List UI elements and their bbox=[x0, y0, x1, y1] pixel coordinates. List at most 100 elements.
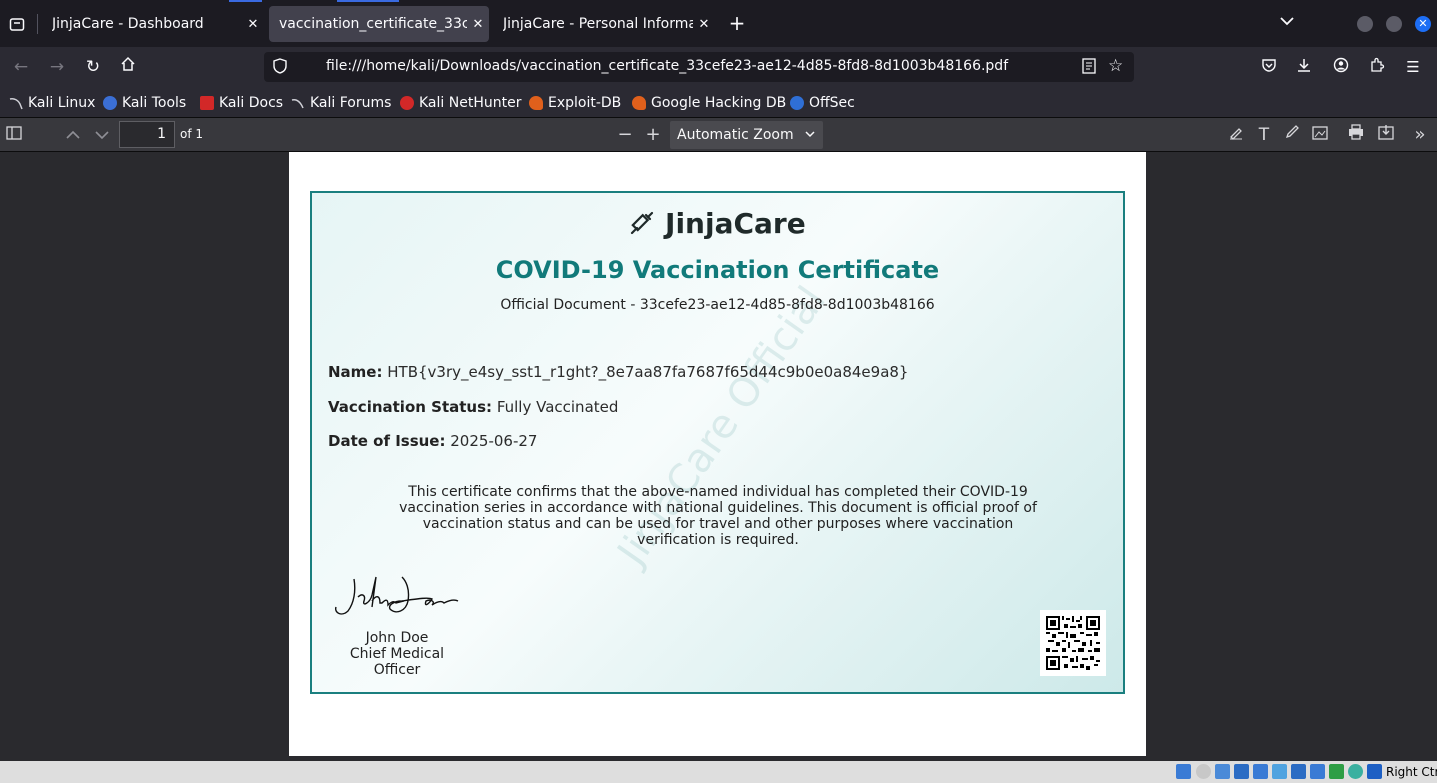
tab-label: vaccination_certificate_33cefe23-ae12-4d… bbox=[279, 16, 467, 32]
shield-icon[interactable] bbox=[272, 58, 288, 76]
bookmark-offsec[interactable]: OffSec bbox=[790, 93, 855, 113]
account-icon[interactable] bbox=[1331, 57, 1351, 77]
name-label: Name: bbox=[328, 363, 383, 381]
vm-hdd-icon[interactable] bbox=[1176, 764, 1191, 779]
brand-name: JinjaCare bbox=[665, 207, 806, 240]
bookmark-kali-nethunter[interactable]: Kali NetHunter bbox=[400, 93, 521, 113]
bookmark-kali-linux[interactable]: Kali Linux bbox=[9, 93, 95, 113]
sidebar-toggle-icon[interactable] bbox=[4, 124, 24, 146]
offsec-icon bbox=[790, 96, 804, 110]
vm-cpu-icon[interactable] bbox=[1329, 764, 1344, 779]
chevron-down-icon bbox=[805, 121, 815, 149]
date-value: 2025-06-27 bbox=[450, 432, 538, 450]
pdf-viewer[interactable]: JinjaCare Official JinjaCare COVID-19 Va… bbox=[0, 152, 1437, 761]
chevron-down-icon[interactable] bbox=[1280, 14, 1294, 30]
bookmark-label: Kali Forums bbox=[310, 95, 392, 111]
name-value: HTB{v3ry_e4sy_sst1_r1ght?_8e7aa87fa7687f… bbox=[387, 363, 909, 381]
close-tab-icon[interactable]: ✕ bbox=[693, 17, 715, 32]
signer-name: John Doe bbox=[365, 630, 429, 646]
new-tab-button[interactable]: + bbox=[726, 12, 748, 36]
close-window-button[interactable]: ✕ bbox=[1415, 16, 1431, 32]
name-field: Name: HTB{v3ry_e4sy_sst1_r1ght?_8e7aa87f… bbox=[328, 363, 908, 381]
bookmark-exploit-db[interactable]: Exploit-DB bbox=[529, 93, 621, 113]
close-tab-icon[interactable]: ✕ bbox=[242, 17, 264, 32]
vm-usb-icon[interactable] bbox=[1253, 764, 1268, 779]
top-highlight bbox=[337, 0, 399, 2]
status-value: Fully Vaccinated bbox=[496, 398, 619, 416]
vm-display-icon[interactable] bbox=[1291, 764, 1306, 779]
tab-personal-information[interactable]: JinjaCare - Personal Information ✕ bbox=[493, 6, 715, 42]
url-bar[interactable]: file:///home/kali/Downloads/vaccination_… bbox=[264, 52, 1134, 82]
exploit-db-icon bbox=[529, 96, 543, 110]
bookmark-kali-tools[interactable]: Kali Tools bbox=[103, 93, 186, 113]
draw-icon[interactable] bbox=[1282, 124, 1302, 146]
bookmark-google-hacking-db[interactable]: Google Hacking DB bbox=[632, 93, 786, 113]
tab-certificate-pdf[interactable]: vaccination_certificate_33cefe23-ae12-4d… bbox=[269, 6, 489, 42]
home-icon[interactable] bbox=[117, 56, 139, 78]
bookmark-kali-forums[interactable]: Kali Forums bbox=[291, 93, 391, 113]
vm-network-icon[interactable] bbox=[1234, 764, 1249, 779]
vm-optical-icon[interactable] bbox=[1196, 764, 1211, 779]
extensions-icon[interactable] bbox=[1367, 57, 1387, 77]
tab-label: JinjaCare - Personal Information bbox=[503, 16, 693, 32]
nethunter-icon bbox=[400, 96, 414, 110]
bookmark-kali-docs[interactable]: Kali Docs bbox=[200, 93, 283, 113]
date-label: Date of Issue: bbox=[328, 432, 446, 450]
pocket-icon[interactable] bbox=[1259, 57, 1279, 77]
kali-tools-icon bbox=[103, 96, 117, 110]
maximize-window-button[interactable] bbox=[1386, 16, 1402, 32]
print-icon[interactable] bbox=[1346, 124, 1366, 146]
reload-icon[interactable]: ↻ bbox=[82, 56, 104, 78]
bookmark-label: Exploit-DB bbox=[548, 95, 622, 111]
tab-label: JinjaCare - Dashboard bbox=[52, 16, 204, 32]
certificate: JinjaCare Official JinjaCare COVID-19 Va… bbox=[310, 191, 1125, 694]
brand-logo: JinjaCare bbox=[312, 207, 1123, 240]
bookmark-label: Kali Tools bbox=[122, 95, 187, 111]
vm-status-bar: Right Ctrl bbox=[0, 761, 1437, 783]
zoom-value: Automatic Zoom bbox=[677, 127, 794, 143]
minimize-window-button[interactable] bbox=[1357, 16, 1373, 32]
status-label: Vaccination Status: bbox=[328, 398, 493, 416]
vm-keyboard-icon[interactable] bbox=[1367, 764, 1382, 779]
text-annotation-icon[interactable]: T bbox=[1254, 124, 1274, 146]
zoom-in-icon[interactable]: + bbox=[643, 124, 663, 146]
downloads-icon[interactable] bbox=[1294, 57, 1314, 77]
reader-view-icon[interactable] bbox=[1082, 58, 1096, 78]
page-number-input[interactable]: 1 bbox=[119, 121, 175, 148]
tab-dashboard[interactable]: JinjaCare - Dashboard ✕ bbox=[42, 6, 264, 42]
bookmark-label: Kali NetHunter bbox=[419, 95, 522, 111]
certificate-title: COVID-19 Vaccination Certificate bbox=[495, 256, 940, 284]
back-arrow-icon[interactable]: ← bbox=[10, 56, 32, 78]
zoom-select[interactable]: Automatic Zoom bbox=[670, 121, 823, 149]
navigation-bar: ← → ↻ file:///home/kali/Downloads/vaccin… bbox=[0, 47, 1437, 87]
add-image-icon[interactable] bbox=[1310, 124, 1330, 146]
top-highlight bbox=[229, 0, 262, 2]
tools-menu-icon[interactable]: » bbox=[1410, 124, 1430, 146]
vm-mouse-icon[interactable] bbox=[1348, 764, 1363, 779]
pdf-toolbar: 1 of 1 − + Automatic Zoom T » bbox=[0, 118, 1437, 152]
next-page-icon[interactable] bbox=[92, 124, 112, 146]
menu-icon[interactable]: ☰ bbox=[1403, 57, 1423, 77]
ghdb-icon bbox=[632, 96, 646, 110]
bookmark-star-icon[interactable]: ☆ bbox=[1108, 56, 1123, 76]
close-tab-icon[interactable]: ✕ bbox=[467, 17, 489, 32]
vm-shared-folders-icon[interactable] bbox=[1272, 764, 1287, 779]
vm-recording-icon[interactable] bbox=[1310, 764, 1325, 779]
kali-dragon-icon bbox=[9, 96, 23, 110]
page-count-label: of 1 bbox=[180, 127, 204, 141]
save-icon[interactable] bbox=[1376, 124, 1396, 146]
highlight-icon[interactable] bbox=[1226, 124, 1246, 146]
bookmarks-toolbar: Kali Linux Kali Tools Kali Docs Kali For… bbox=[0, 87, 1437, 118]
forward-arrow-icon[interactable]: → bbox=[46, 56, 68, 78]
list-all-tabs-icon[interactable] bbox=[4, 10, 30, 38]
certificate-statement: This certificate confirms that the above… bbox=[399, 484, 1037, 548]
tab-bar: JinjaCare - Dashboard ✕ vaccination_cert… bbox=[0, 0, 1437, 47]
url-text[interactable]: file:///home/kali/Downloads/vaccination_… bbox=[326, 58, 1008, 74]
kali-docs-icon bbox=[200, 96, 214, 110]
vm-audio-icon[interactable] bbox=[1215, 764, 1230, 779]
previous-page-icon[interactable] bbox=[63, 124, 83, 146]
kali-forums-icon bbox=[291, 96, 305, 110]
pdf-page: JinjaCare Official JinjaCare COVID-19 Va… bbox=[289, 152, 1146, 756]
zoom-out-icon[interactable]: − bbox=[615, 124, 635, 146]
bookmark-label: Google Hacking DB bbox=[651, 95, 787, 111]
